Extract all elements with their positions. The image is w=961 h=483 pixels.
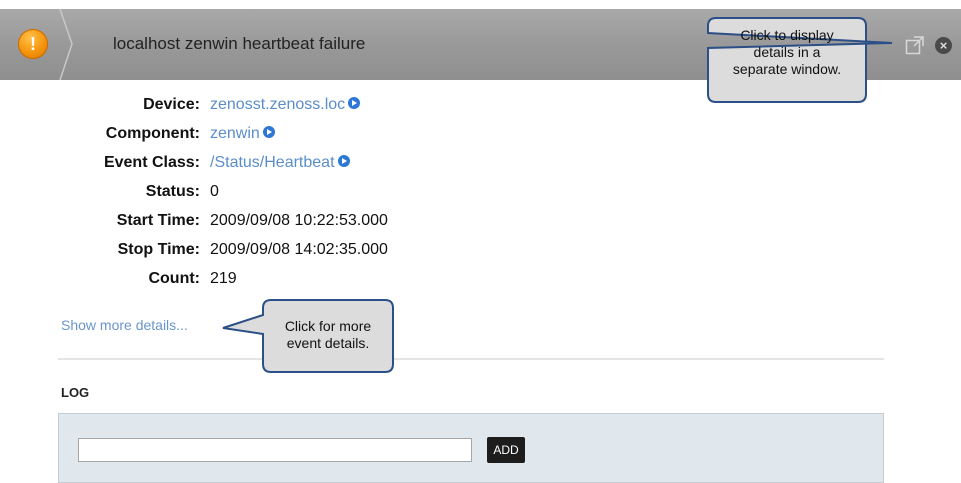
component-go-icon[interactable]: [262, 125, 275, 138]
window-callout-line: Click to display: [740, 27, 834, 43]
count-label: Count:: [148, 270, 200, 287]
device-row: Device:: [0, 96, 200, 118]
component-value[interactable]: zenwin: [210, 125, 260, 142]
event-class-link[interactable]: /Status/Heartbeat: [210, 154, 350, 172]
more-callout-line: event details.: [286, 335, 370, 351]
more-details-callout-text: Click for more event details.: [265, 318, 391, 352]
status-value: 0: [210, 183, 219, 200]
stop-time-label: Stop Time:: [117, 241, 200, 258]
device-label: Device:: [143, 96, 200, 113]
event-class-value[interactable]: /Status/Heartbeat: [210, 154, 335, 171]
show-more-details-link[interactable]: Show more details...: [61, 317, 188, 333]
event-title: localhost zenwin heartbeat failure: [113, 34, 366, 53]
event-class-label: Event Class:: [103, 154, 200, 171]
status-label: Status:: [145, 183, 200, 200]
device-link[interactable]: zenosst.zenoss.loc: [210, 96, 361, 114]
log-input[interactable]: [78, 438, 472, 462]
log-heading: LOG: [61, 385, 90, 400]
device-go-icon[interactable]: [348, 96, 361, 109]
component-row: Component:: [0, 125, 200, 147]
severity-area: !: [0, 9, 73, 80]
device-value[interactable]: zenosst.zenoss.loc: [210, 96, 345, 113]
component-link[interactable]: zenwin: [210, 125, 275, 143]
popout-window-icon[interactable]: [905, 35, 925, 55]
section-divider: [58, 358, 884, 360]
component-label: Component:: [105, 125, 200, 142]
stop-time-value: 2009/09/08 14:02:35.000: [210, 241, 388, 258]
window-callout-line: details in a: [753, 44, 821, 60]
count-value: 219: [210, 270, 237, 287]
more-callout-line: Click for more: [284, 318, 372, 334]
count-row: Count:: [0, 270, 200, 292]
start-time-row: Start Time:: [0, 212, 200, 234]
stop-time-row: Stop Time:: [0, 241, 200, 263]
close-icon[interactable]: ×: [935, 37, 952, 54]
window-callout-text: Click to display details in a separate w…: [712, 27, 862, 78]
event-class-row: Event Class:: [0, 154, 200, 176]
status-row: Status:: [0, 183, 200, 205]
start-time-label: Start Time:: [116, 212, 200, 229]
start-time-value: 2009/09/08 10:22:53.000: [210, 212, 388, 229]
log-panel: ADD: [58, 413, 884, 483]
severity-warning-icon: !: [18, 29, 48, 59]
add-log-button[interactable]: ADD: [487, 437, 525, 463]
event-class-go-icon[interactable]: [337, 154, 350, 167]
window-callout-line: separate window.: [732, 61, 842, 77]
